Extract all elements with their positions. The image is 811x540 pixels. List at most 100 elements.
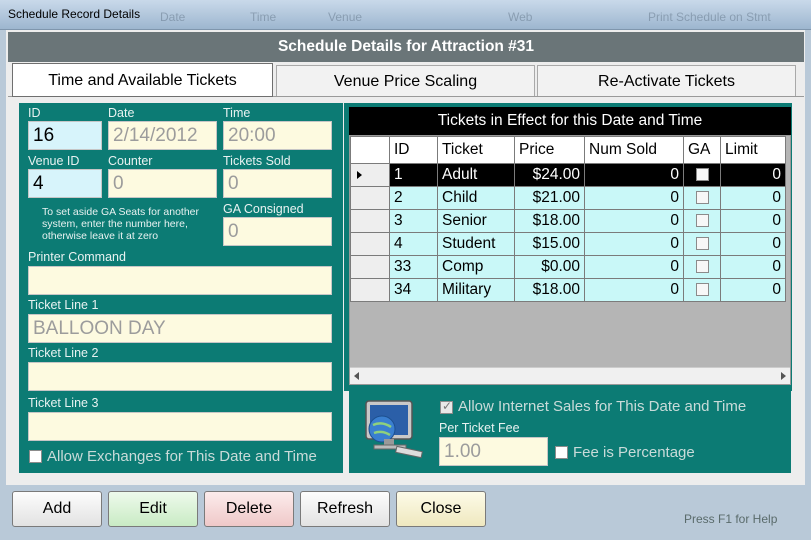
cell-ticket[interactable]: Adult: [437, 163, 515, 187]
cell-limit[interactable]: 0: [720, 163, 786, 187]
edit-button[interactable]: Edit: [108, 491, 198, 527]
cell-price[interactable]: $15.00: [514, 232, 585, 256]
cell-price[interactable]: $24.00: [514, 163, 585, 187]
add-button[interactable]: Add: [12, 491, 102, 527]
fee-is-percentage-checkbox[interactable]: [555, 446, 568, 459]
cell-limit[interactable]: 0: [720, 278, 786, 302]
cell-price[interactable]: $21.00: [514, 186, 585, 210]
cell-ga[interactable]: [683, 209, 721, 233]
table-row[interactable]: 33 Comp $0.00 0 0: [350, 255, 786, 279]
cell-limit[interactable]: 0: [720, 209, 786, 233]
cell-id[interactable]: 1: [389, 163, 438, 187]
row-selector[interactable]: [350, 186, 390, 210]
venue-id-field[interactable]: 4: [28, 169, 102, 198]
cell-num-sold[interactable]: 0: [584, 163, 684, 187]
tickets-sold-field[interactable]: 0: [223, 169, 332, 198]
column-header-num-sold[interactable]: Num Sold: [584, 136, 684, 164]
row-selector[interactable]: [350, 278, 390, 302]
background-ghost-text: Print Schedule on Stmt: [648, 10, 771, 24]
counter-field[interactable]: 0: [108, 169, 217, 198]
ticket-line-3-field[interactable]: [28, 412, 332, 441]
allow-internet-sales-checkbox[interactable]: ✓: [440, 399, 453, 414]
allow-exchanges-checkbox[interactable]: [29, 450, 42, 463]
cell-ticket[interactable]: Child: [437, 186, 515, 210]
tickets-sold-label: Tickets Sold: [223, 154, 291, 168]
ticket-line-1-field[interactable]: BALLOON DAY: [28, 314, 332, 343]
cell-limit[interactable]: 0: [720, 232, 786, 256]
cell-ga[interactable]: [683, 163, 721, 187]
column-header-ticket[interactable]: Ticket: [437, 136, 515, 164]
id-field[interactable]: 16: [28, 121, 102, 150]
cell-id[interactable]: 33: [389, 255, 438, 279]
cell-limit[interactable]: 0: [720, 255, 786, 279]
scroll-left-arrow-icon[interactable]: [354, 372, 359, 380]
ga-consigned-label: GA Consigned: [223, 202, 304, 216]
cell-id[interactable]: 4: [389, 232, 438, 256]
tickets-table-header: ID Ticket Price Num Sold GA Limit: [350, 136, 786, 164]
cell-ticket[interactable]: Student: [437, 232, 515, 256]
table-row[interactable]: 4 Student $15.00 0 0: [350, 232, 786, 256]
ticket-line-3-label: Ticket Line 3: [28, 396, 99, 410]
cell-ga[interactable]: [683, 278, 721, 302]
allow-exchanges-label: Allow Exchanges for This Date and Time: [47, 448, 317, 465]
cell-num-sold[interactable]: 0: [584, 186, 684, 210]
delete-button[interactable]: Delete: [204, 491, 294, 527]
background-ghost-text: Date: [160, 10, 186, 24]
cell-ticket[interactable]: Senior: [437, 209, 515, 233]
cell-id[interactable]: 3: [389, 209, 438, 233]
ga-checkbox[interactable]: [695, 191, 709, 205]
cell-num-sold[interactable]: 0: [584, 278, 684, 302]
computer-globe-icon: [356, 395, 426, 465]
printer-command-field[interactable]: [28, 266, 332, 295]
date-field[interactable]: 2/14/2012: [108, 121, 217, 150]
scroll-right-arrow-icon[interactable]: [781, 372, 786, 380]
close-button[interactable]: Close: [396, 491, 486, 527]
cell-ga[interactable]: [683, 186, 721, 210]
column-header-id[interactable]: ID: [389, 136, 438, 164]
counter-label: Counter: [108, 154, 153, 168]
time-field[interactable]: 20:00: [223, 121, 332, 150]
grid-horizontal-scrollbar[interactable]: [350, 367, 790, 384]
tickets-table: ID Ticket Price Num Sold GA Limit 1 Adul…: [350, 136, 786, 302]
ga-checkbox[interactable]: [695, 214, 709, 228]
ticket-line-2-field[interactable]: [28, 362, 332, 391]
cell-num-sold[interactable]: 0: [584, 255, 684, 279]
ga-checkbox[interactable]: [695, 237, 709, 251]
cell-price[interactable]: $18.00: [514, 209, 585, 233]
refresh-button[interactable]: Refresh: [300, 491, 390, 527]
cell-id[interactable]: 34: [389, 278, 438, 302]
cell-limit[interactable]: 0: [720, 186, 786, 210]
column-header-ga[interactable]: GA: [683, 136, 721, 164]
cell-ga[interactable]: [683, 232, 721, 256]
help-hint: Press F1 for Help: [684, 512, 778, 526]
tab-time-and-available-tickets[interactable]: Time and Available Tickets: [12, 63, 273, 97]
background-ghost-text: Web: [508, 10, 533, 24]
cell-ticket[interactable]: Comp: [437, 255, 515, 279]
cell-num-sold[interactable]: 0: [584, 209, 684, 233]
tab-re-activate-tickets[interactable]: Re-Activate Tickets: [537, 65, 796, 97]
ga-checkbox[interactable]: [695, 260, 709, 274]
per-ticket-fee-field[interactable]: 1.00: [439, 437, 548, 466]
table-row[interactable]: 1 Adult $24.00 0 0: [350, 163, 786, 187]
cell-price[interactable]: $18.00: [514, 278, 585, 302]
row-selector-arrow-icon[interactable]: [350, 163, 390, 187]
venue-id-label: Venue ID: [28, 154, 80, 168]
ticket-line-2-label: Ticket Line 2: [28, 346, 99, 360]
cell-ticket[interactable]: Military: [437, 278, 515, 302]
ga-consigned-field[interactable]: 0: [223, 217, 332, 246]
row-selector[interactable]: [350, 232, 390, 256]
tab-venue-price-scaling[interactable]: Venue Price Scaling: [276, 65, 535, 97]
row-selector[interactable]: [350, 209, 390, 233]
table-row[interactable]: 3 Senior $18.00 0 0: [350, 209, 786, 233]
table-row[interactable]: 2 Child $21.00 0 0: [350, 186, 786, 210]
ga-checkbox[interactable]: [695, 168, 709, 182]
row-selector[interactable]: [350, 255, 390, 279]
column-header-limit[interactable]: Limit: [720, 136, 786, 164]
column-header-price[interactable]: Price: [514, 136, 585, 164]
ga-checkbox[interactable]: [695, 283, 709, 297]
cell-id[interactable]: 2: [389, 186, 438, 210]
table-row[interactable]: 34 Military $18.00 0 0: [350, 278, 786, 302]
cell-num-sold[interactable]: 0: [584, 232, 684, 256]
cell-price[interactable]: $0.00: [514, 255, 585, 279]
cell-ga[interactable]: [683, 255, 721, 279]
